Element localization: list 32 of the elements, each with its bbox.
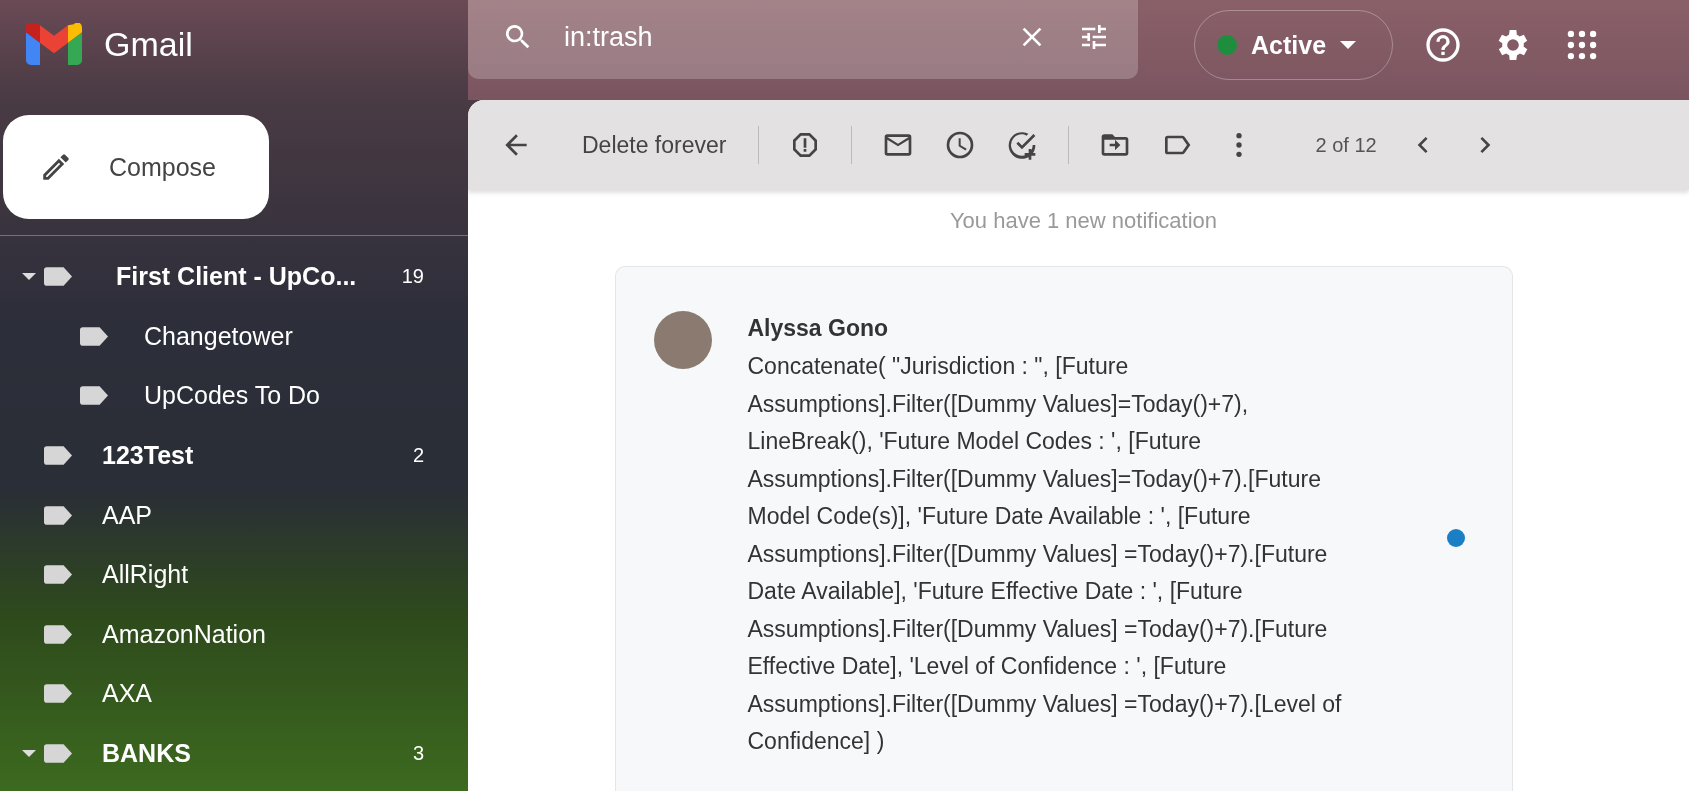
gmail-logo-icon bbox=[26, 23, 82, 65]
label-item[interactable]: Changetower bbox=[0, 306, 468, 367]
caret-icon[interactable] bbox=[22, 750, 36, 758]
label-item[interactable]: AllRight bbox=[0, 544, 468, 605]
label-icon bbox=[44, 446, 72, 466]
label-icon bbox=[44, 267, 72, 287]
caret-icon[interactable] bbox=[22, 273, 36, 281]
status-dot-icon bbox=[1217, 35, 1237, 55]
author-name: Alyssa Gono bbox=[747, 315, 890, 342]
label-icon bbox=[44, 744, 72, 764]
label-icon bbox=[44, 505, 72, 525]
label-icon bbox=[44, 684, 72, 704]
label-item[interactable]: AmazonNation bbox=[0, 604, 468, 665]
label-item[interactable]: 123Test 2 bbox=[0, 425, 468, 486]
label-icon bbox=[44, 565, 72, 585]
comment-text: Concatenate( "Jurisdiction : ", [Future Assumptions].Filter([Dummy Values]=Today()+7), LineBreak(), 'Future Model Codes : ', [Future Assumptions].Filter([Dummy Values]=Today()+7).[Future Model Code(s)], 'Future Date Available : ', [Future Assumptions].Filter([Dummy Values] =Today()+7).[Future Date Available], 'Future Effective Date : ', [Future Assumptions].Filter([Dummy Values] =Today()+7).[Future Effective Date], 'Level of Confidence : ', [Future Assumptions].Filter([Dummy Values] =Today()+7).[Level of Confidence] ) bbox=[747, 352, 1343, 756]
notification-text: You have 1 new notification bbox=[948, 208, 1218, 234]
label-item[interactable]: UpCodes To Do bbox=[0, 366, 468, 426]
label-item[interactable]: BANKS 3 bbox=[0, 723, 468, 784]
app-name: Gmail bbox=[104, 24, 193, 64]
label-icon bbox=[44, 624, 72, 644]
label-icon bbox=[80, 386, 108, 406]
label-item[interactable]: AXA bbox=[0, 664, 468, 724]
compose-button[interactable]: Compose bbox=[3, 115, 269, 219]
label-item[interactable]: First Client - UpCo... 19 bbox=[0, 247, 468, 307]
label-item[interactable]: AAP bbox=[0, 485, 468, 545]
caret-icon bbox=[1340, 41, 1357, 49]
label-icon bbox=[80, 326, 108, 346]
search-field[interactable]: in:trash bbox=[468, 0, 1138, 79]
delete-forever-button[interactable]: Delete forever bbox=[580, 125, 729, 165]
pagination-text: 2 of 12 bbox=[1315, 133, 1377, 157]
avatar-icon bbox=[653, 311, 712, 369]
